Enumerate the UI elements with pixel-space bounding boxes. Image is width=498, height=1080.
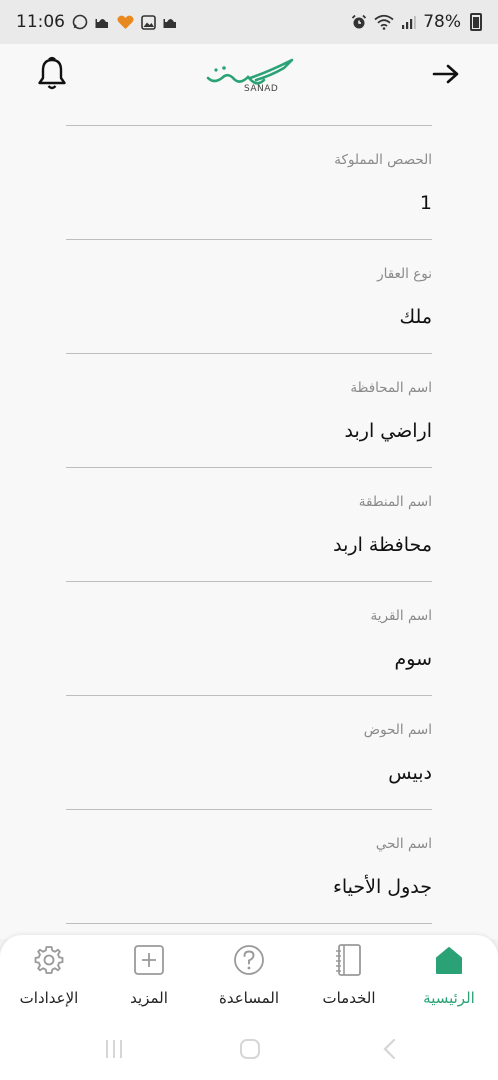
notebook-icon xyxy=(336,944,361,976)
status-left: 11:06 xyxy=(16,12,178,32)
property-details[interactable]: الحصص المملوكة 1 نوع العقار ملك اسم المح… xyxy=(0,124,498,939)
divider xyxy=(66,695,432,696)
home-circle-icon xyxy=(240,1039,260,1059)
help-circle-icon xyxy=(234,945,264,975)
nav-item-home[interactable]: الرئيسية xyxy=(404,935,494,1020)
field-value-governorate: اراضي اربد xyxy=(344,420,432,442)
divider xyxy=(66,125,432,126)
field-value-owned-shares: 1 xyxy=(419,192,432,214)
bell-icon xyxy=(38,56,66,90)
divider xyxy=(66,581,432,582)
divider xyxy=(66,239,432,240)
status-right: 78% xyxy=(351,12,482,32)
field-value-neighborhood: جدول الأحياء xyxy=(332,876,432,898)
battery-percent: 78% xyxy=(423,12,461,32)
nav-item-more[interactable]: المزيد xyxy=(104,935,194,1020)
nav-item-settings[interactable]: الإعدادات xyxy=(4,935,94,1020)
app-header: SANAD xyxy=(0,44,498,124)
mosque-icon xyxy=(95,19,108,28)
divider xyxy=(66,353,432,354)
divider xyxy=(66,809,432,810)
nav-item-help[interactable]: المساعدة xyxy=(204,935,294,1020)
nav-label-settings: الإعدادات xyxy=(19,989,79,1007)
chevron-left-icon xyxy=(383,1038,396,1060)
nav-label-help: المساعدة xyxy=(218,989,280,1007)
gallery-icon xyxy=(141,14,156,30)
field-label-owned-shares: الحصص المملوكة xyxy=(334,152,432,168)
wifi-icon xyxy=(374,14,394,30)
field-value-basin: دبيس xyxy=(388,762,432,784)
field-label-basin: اسم الحوض xyxy=(363,722,432,738)
system-back-button[interactable] xyxy=(370,1032,410,1066)
home-system-button[interactable] xyxy=(230,1032,270,1066)
logo-text: SANAD xyxy=(244,84,279,94)
field-value-region: محافظة اربد xyxy=(333,534,432,556)
mosque-icon xyxy=(163,19,176,28)
field-label-property-type: نوع العقار xyxy=(377,266,432,282)
nav-label-more: المزيد xyxy=(130,989,168,1007)
home-icon xyxy=(436,947,462,974)
whatsapp-icon xyxy=(72,14,88,30)
battery-icon xyxy=(470,13,482,31)
status-time: 11:06 xyxy=(16,12,65,32)
sanad-logo xyxy=(206,58,294,85)
back-button[interactable] xyxy=(424,52,468,96)
field-label-region: اسم المنطقة xyxy=(358,494,432,510)
field-value-property-type: ملك xyxy=(399,306,432,328)
recent-apps-icon xyxy=(106,1040,122,1058)
status-bar: 11:06 78% xyxy=(0,0,498,44)
field-label-governorate: اسم المحافظة xyxy=(350,380,432,396)
plus-square-icon xyxy=(134,945,164,975)
signal-icon xyxy=(402,15,417,29)
bottom-navigation: الإعدادات المزيد المساعدة الخدمات الرئيس… xyxy=(0,935,498,1020)
field-label-village: اسم القرية xyxy=(370,608,432,624)
alarm-icon xyxy=(352,14,367,29)
field-label-neighborhood: اسم الحي xyxy=(375,836,432,852)
nav-item-services[interactable]: الخدمات xyxy=(304,935,394,1020)
nav-label-home: الرئيسية xyxy=(423,989,475,1007)
heart-icon xyxy=(117,15,134,29)
divider xyxy=(66,467,432,468)
field-value-village: سوم xyxy=(394,648,433,670)
recent-apps-button[interactable] xyxy=(94,1032,134,1066)
nav-label-services: الخدمات xyxy=(322,989,376,1007)
notifications-button[interactable] xyxy=(30,52,74,96)
gear-icon xyxy=(34,946,64,974)
arrow-right-icon xyxy=(432,64,459,84)
system-navigation-bar xyxy=(0,1020,498,1080)
divider xyxy=(66,923,432,924)
